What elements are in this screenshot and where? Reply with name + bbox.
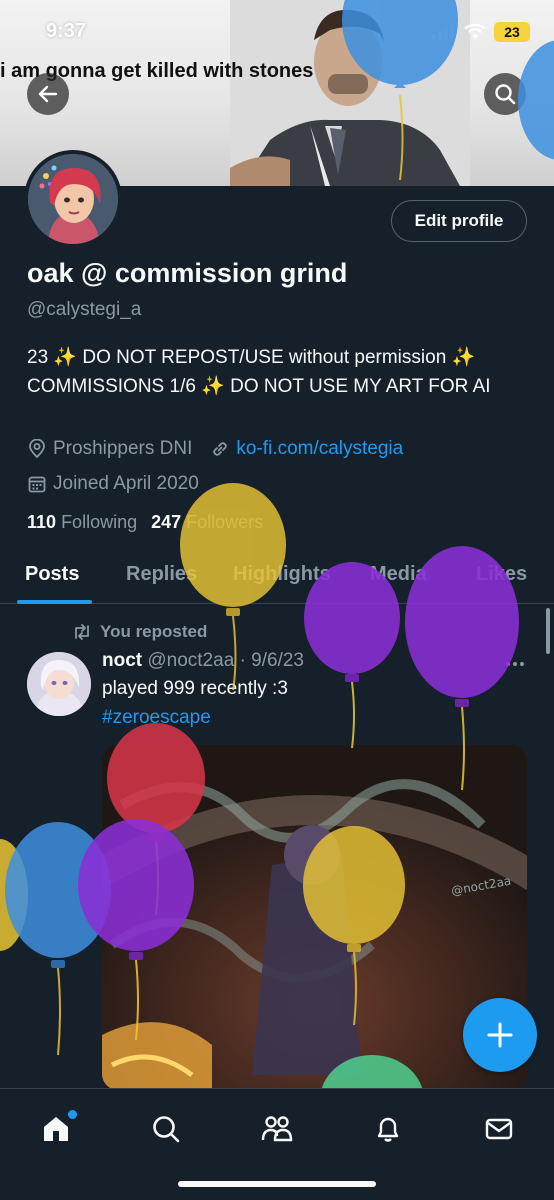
profile-bio: 23 ✨ DO NOT REPOST/USE without permissio…	[27, 347, 491, 397]
website-link[interactable]: ko-fi.com/calystegia	[236, 438, 403, 460]
profile-handle: @calystegi_a	[27, 299, 142, 320]
home-icon	[44, 1117, 68, 1141]
nav-communities[interactable]	[255, 1107, 299, 1151]
active-tab-indicator	[17, 600, 92, 604]
following-label: Following	[61, 512, 138, 532]
profile-meta: Proshippers DNI ko-fi.com/calystegia	[27, 438, 421, 460]
calendar-icon	[28, 476, 46, 493]
post-author-name[interactable]: noct	[102, 650, 142, 671]
location-text: Proshippers DNI	[53, 438, 193, 459]
signal-icon	[432, 24, 454, 40]
search-icon	[495, 84, 516, 105]
nav-search[interactable]	[144, 1107, 188, 1151]
post-text: played 999 recently :3	[102, 678, 288, 699]
location-pin-icon	[29, 439, 45, 459]
profile-tabs: Posts Replies Highlights Media Likes	[0, 550, 554, 604]
wifi-icon	[464, 24, 486, 39]
joined-row: Joined April 2020	[27, 473, 217, 495]
tab-media[interactable]: Media	[370, 563, 427, 586]
battery-icon: 23	[494, 22, 530, 42]
tab-posts[interactable]: Posts	[25, 563, 79, 586]
scrollbar[interactable]	[546, 608, 550, 654]
repost-indicator: You reposted	[72, 622, 207, 642]
repost-icon	[75, 624, 89, 640]
followers-count: 247	[151, 512, 182, 532]
nav-messages[interactable]	[477, 1107, 521, 1151]
following-count: 110	[27, 512, 57, 532]
search-icon	[153, 1116, 180, 1143]
edit-profile-button[interactable]: Edit profile	[391, 200, 527, 242]
bell-icon	[377, 1117, 399, 1142]
joined-item: Joined April 2020	[27, 473, 199, 495]
joined-text: Joined April 2020	[53, 473, 199, 494]
repost-label: You reposted	[100, 622, 208, 641]
tab-highlights[interactable]: Highlights	[233, 563, 331, 586]
status-time: 9:37	[46, 20, 87, 42]
following-link[interactable]: 110 Following	[27, 512, 137, 533]
arrow-left-icon	[38, 85, 58, 103]
home-notification-dot	[68, 1110, 77, 1119]
balloon-blue-left	[5, 822, 111, 1056]
tab-likes[interactable]: Likes	[476, 563, 527, 586]
status-icons: 23	[432, 22, 530, 42]
nav-home[interactable]	[34, 1107, 78, 1151]
post-header: noct @noct2aa · 9/6/23	[102, 650, 304, 672]
compose-button[interactable]	[463, 998, 537, 1072]
post-handle-date: @noct2aa · 9/6/23	[147, 650, 305, 671]
post-author-avatar[interactable]	[27, 652, 91, 716]
more-dots-icon	[506, 662, 524, 666]
avatar-illustration	[28, 154, 118, 244]
plus-icon	[487, 1022, 513, 1048]
display-name: oak @ commission grind	[27, 258, 348, 288]
follow-stats: 110 Following 247 Followers	[27, 512, 263, 533]
website-item[interactable]: ko-fi.com/calystegia	[210, 438, 403, 460]
location-item: Proshippers DNI	[27, 438, 192, 460]
home-indicator[interactable]	[178, 1181, 376, 1187]
profile-avatar[interactable]	[24, 150, 122, 248]
nav-notifications[interactable]	[366, 1107, 410, 1151]
post-more-button[interactable]	[505, 650, 525, 673]
link-icon	[213, 442, 228, 456]
followers-link[interactable]: 247 Followers	[151, 512, 263, 533]
search-button[interactable]	[484, 73, 526, 115]
post-avatar-illustration	[27, 652, 91, 716]
back-button[interactable]	[27, 73, 69, 115]
post-hashtag[interactable]: #zeroescape	[102, 707, 211, 729]
tab-replies[interactable]: Replies	[126, 563, 197, 586]
communities-icon	[261, 1116, 293, 1142]
followers-label: Followers	[186, 512, 264, 532]
mail-icon	[485, 1118, 513, 1140]
balloon-yellow-left-edge	[0, 839, 28, 951]
